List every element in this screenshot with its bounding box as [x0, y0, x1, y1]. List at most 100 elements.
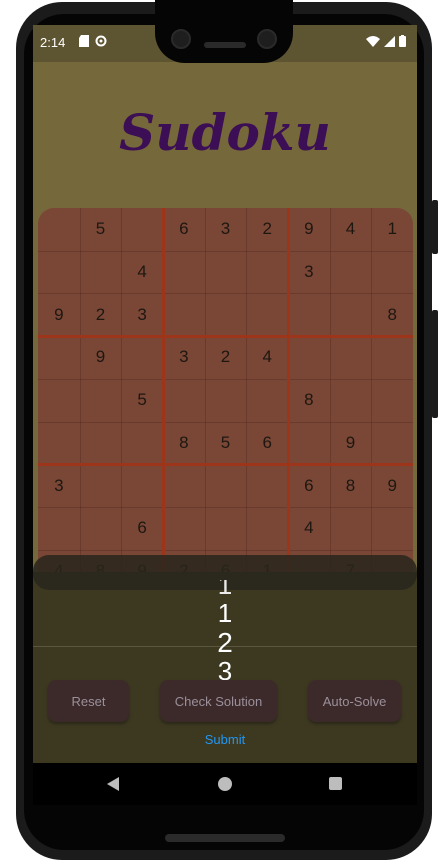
sd-card-icon — [79, 35, 89, 47]
board-cell[interactable]: 8 — [288, 379, 330, 422]
board-cell[interactable] — [371, 251, 413, 294]
number-picker[interactable]: 1 1 2 3 4 — [203, 570, 247, 690]
board-cell[interactable]: 6 — [121, 507, 163, 550]
board-cell[interactable] — [330, 251, 372, 294]
board-cell[interactable] — [38, 208, 80, 251]
board-cell[interactable]: 4 — [330, 208, 372, 251]
board-cell[interactable]: 3 — [38, 464, 80, 507]
board-cell[interactable]: 4 — [288, 507, 330, 550]
front-camera-icon — [257, 29, 277, 49]
board-cell[interactable] — [246, 293, 288, 336]
board-cell[interactable] — [205, 293, 247, 336]
board-cell[interactable]: 1 — [371, 208, 413, 251]
board-cell[interactable]: 6 — [246, 422, 288, 465]
board-cell[interactable]: 6 — [288, 464, 330, 507]
signal-icon — [384, 35, 395, 47]
board-cell[interactable] — [288, 336, 330, 379]
camera-notch — [155, 0, 293, 63]
home-icon[interactable] — [218, 777, 232, 791]
board-cell[interactable] — [330, 336, 372, 379]
board-cell[interactable] — [205, 464, 247, 507]
status-notification-icons — [79, 35, 107, 47]
board-cell[interactable] — [80, 464, 122, 507]
board-cell[interactable] — [246, 251, 288, 294]
board-cell[interactable] — [288, 422, 330, 465]
board-cell[interactable] — [38, 379, 80, 422]
board-cell[interactable] — [371, 422, 413, 465]
board-cell[interactable]: 4 — [121, 251, 163, 294]
board-cell[interactable] — [121, 336, 163, 379]
board-cell[interactable] — [80, 507, 122, 550]
board-cell[interactable] — [371, 379, 413, 422]
board-cell[interactable] — [163, 379, 205, 422]
board-cell[interactable] — [163, 251, 205, 294]
board-cell[interactable] — [371, 507, 413, 550]
board-cell[interactable] — [205, 379, 247, 422]
board-cell[interactable] — [205, 251, 247, 294]
board-cell[interactable] — [246, 379, 288, 422]
picker-option[interactable]: 1 — [203, 580, 247, 601]
navigation-bar — [33, 763, 417, 805]
board-cell[interactable]: 2 — [205, 336, 247, 379]
picker-option[interactable]: 2 — [203, 627, 247, 659]
board-cell[interactable] — [163, 507, 205, 550]
board-cell[interactable] — [371, 336, 413, 379]
board-cell[interactable]: 8 — [371, 293, 413, 336]
board-cell[interactable]: 3 — [163, 336, 205, 379]
board-cell[interactable]: 6 — [163, 208, 205, 251]
board-cell[interactable] — [121, 208, 163, 251]
board-cell[interactable]: 5 — [205, 422, 247, 465]
board-cell[interactable]: 4 — [246, 336, 288, 379]
board-cell[interactable] — [330, 379, 372, 422]
board-cell[interactable]: 8 — [330, 464, 372, 507]
board-cell[interactable] — [121, 422, 163, 465]
board-cell[interactable] — [246, 507, 288, 550]
back-icon[interactable] — [107, 777, 119, 791]
board-cell[interactable] — [80, 422, 122, 465]
bottom-speaker — [165, 834, 285, 842]
board-cell[interactable] — [246, 464, 288, 507]
board-cell[interactable] — [38, 336, 80, 379]
board-cell[interactable] — [163, 464, 205, 507]
screen: 2:14 Sudoku 5632941439238932458856936896… — [33, 25, 417, 805]
wifi-icon — [366, 35, 380, 47]
board-cell[interactable] — [38, 422, 80, 465]
board-cell[interactable]: 5 — [80, 208, 122, 251]
board-cell[interactable] — [38, 507, 80, 550]
recents-icon[interactable] — [329, 777, 342, 790]
power-button — [432, 200, 438, 254]
status-system-icons — [366, 35, 406, 47]
board-cell[interactable]: 2 — [246, 208, 288, 251]
sync-icon — [95, 35, 107, 47]
board-cell[interactable] — [121, 464, 163, 507]
board-cell[interactable] — [80, 251, 122, 294]
board-cell[interactable] — [330, 507, 372, 550]
battery-icon — [399, 35, 406, 47]
picker-option[interactable]: 1 — [203, 598, 247, 629]
board-cell[interactable]: 2 — [80, 293, 122, 336]
front-camera-icon — [171, 29, 191, 49]
board-cell[interactable] — [163, 293, 205, 336]
board-cell[interactable]: 9 — [80, 336, 122, 379]
board-cell[interactable]: 9 — [330, 422, 372, 465]
submit-link[interactable]: Submit — [33, 732, 417, 747]
board-cell[interactable]: 9 — [371, 464, 413, 507]
sudoku-board: 563294143923893245885693689644892617 — [38, 208, 413, 590]
reset-button[interactable]: Reset — [48, 680, 129, 722]
board-cell[interactable]: 3 — [288, 251, 330, 294]
board-cell[interactable]: 8 — [163, 422, 205, 465]
board-cell[interactable]: 3 — [205, 208, 247, 251]
board-cell[interactable]: 9 — [38, 293, 80, 336]
auto-solve-button[interactable]: Auto-Solve — [308, 680, 401, 722]
board-cell[interactable]: 5 — [121, 379, 163, 422]
board-cell[interactable] — [205, 507, 247, 550]
board-cell[interactable] — [38, 251, 80, 294]
board-cell[interactable] — [288, 293, 330, 336]
board-cell[interactable] — [330, 293, 372, 336]
check-solution-button[interactable]: Check Solution — [160, 680, 277, 722]
earpiece-speaker — [204, 42, 246, 48]
board-cell[interactable]: 3 — [121, 293, 163, 336]
board-cell[interactable] — [80, 379, 122, 422]
status-time: 2:14 — [40, 35, 66, 50]
board-cell[interactable]: 9 — [288, 208, 330, 251]
